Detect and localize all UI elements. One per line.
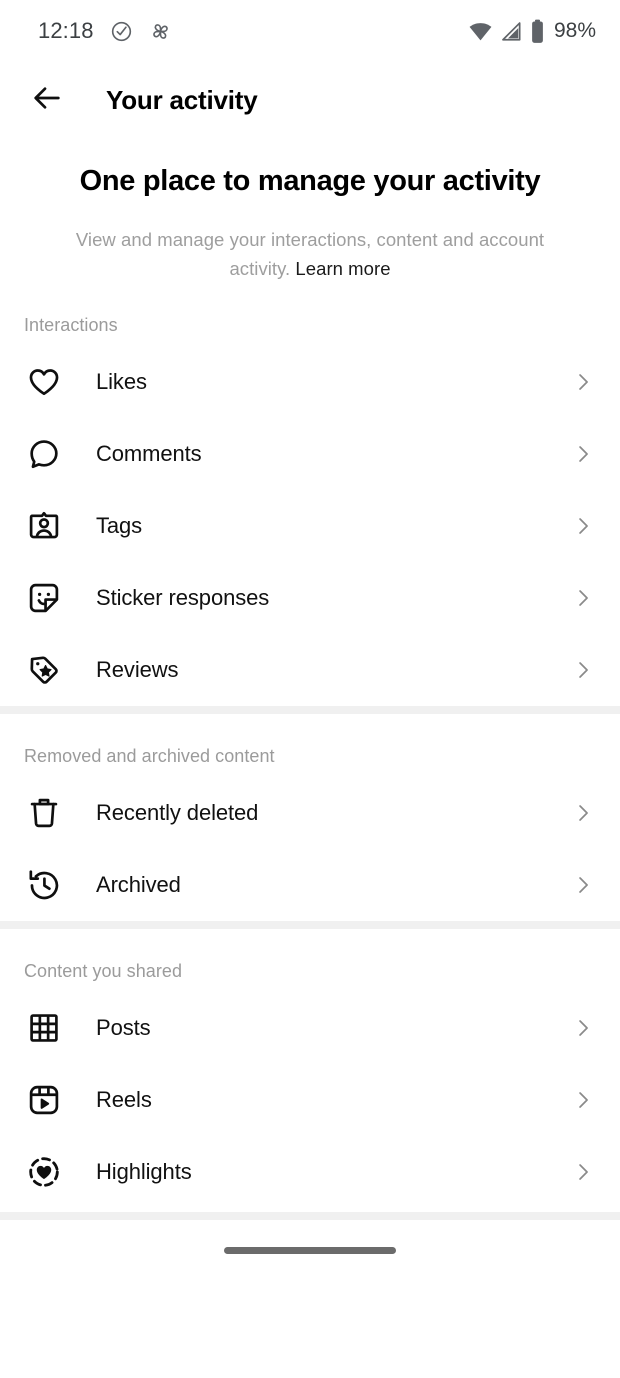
chevron-right-icon [570,369,596,395]
bottom-divider [0,1212,620,1221]
chevron-right-icon [570,1159,596,1185]
app-bar: Your activity [0,62,620,138]
sticker-smiley-icon [24,578,64,618]
list-item-label: Reviews [96,657,179,683]
hero-title: One place to manage your activity [79,165,541,197]
hero-section: One place to manage your activity View a… [0,138,620,283]
cellular-signal-icon [500,20,523,43]
list-item-tags[interactable]: Tags [0,490,620,562]
list-item-recently-deleted[interactable]: Recently deleted [0,777,620,849]
section-content-shared: Content you shared Posts Reels Highlight… [0,929,620,1212]
list-item-posts[interactable]: Posts [0,992,620,1064]
list-item-reviews[interactable]: Reviews [0,634,620,706]
heart-icon [24,362,64,402]
hero-description-wrap: View and manage your interactions, conte… [56,226,564,283]
status-bar-left: 12:18 [38,18,172,44]
chevron-right-icon [570,657,596,683]
status-time: 12:18 [38,18,94,43]
list-item-label: Archived [96,872,181,898]
list-item-label: Recently deleted [96,800,259,826]
section-label-removed-archived: Removed and archived content [24,746,275,767]
learn-more-link[interactable]: Learn more [295,258,390,279]
list-item-label: Highlights [96,1159,192,1185]
battery-icon [530,19,545,44]
grid-icon [24,1008,64,1048]
wifi-icon [468,19,493,44]
status-bar-right: 98% [468,19,596,44]
list-item-highlights[interactable]: Highlights [0,1136,620,1208]
list-item-likes[interactable]: Likes [0,346,620,418]
list-item-sticker-responses[interactable]: Sticker responses [0,562,620,634]
chevron-right-icon [570,513,596,539]
section-label-content-shared: Content you shared [24,961,183,982]
section-divider [0,921,620,930]
list-item-comments[interactable]: Comments [0,418,620,490]
reels-play-icon [24,1080,64,1120]
chevron-right-icon [570,585,596,611]
chevron-right-icon [570,441,596,467]
chevron-right-icon [570,1015,596,1041]
highlights-heart-icon [24,1152,64,1192]
battery-percent: 98% [553,19,596,42]
comment-bubble-icon [24,434,64,474]
list-item-label: Comments [96,441,202,467]
list-item-label: Reels [96,1087,152,1113]
chevron-right-icon [570,872,596,898]
status-bar: 12:18 98% [0,0,620,62]
tag-star-icon [24,650,64,690]
section-divider [0,706,620,715]
section-interactions: Interactions Likes Comments Tags Sticker… [0,283,620,706]
section-label-interactions: Interactions [24,315,118,336]
list-item-label: Tags [96,513,143,539]
list-item-archived[interactable]: Archived [0,849,620,921]
list-item-label: Likes [96,369,147,395]
section-removed-archived: Removed and archived content Recently de… [0,714,620,921]
pinwheel-icon [149,20,172,43]
list-item-label: Sticker responses [96,585,270,611]
trash-icon [24,793,64,833]
person-badge-icon [24,506,64,546]
check-circle-icon [110,20,133,43]
home-indicator[interactable] [224,1246,396,1254]
page-title: Your activity [106,84,258,115]
clock-rewind-icon [24,865,64,905]
system-navigation-bar [0,1220,620,1281]
list-item-label: Posts [96,1015,151,1041]
chevron-right-icon [570,1087,596,1113]
back-arrow-icon [30,81,64,120]
list-item-reels[interactable]: Reels [0,1064,620,1136]
back-button[interactable] [26,79,68,121]
chevron-right-icon [570,800,596,826]
